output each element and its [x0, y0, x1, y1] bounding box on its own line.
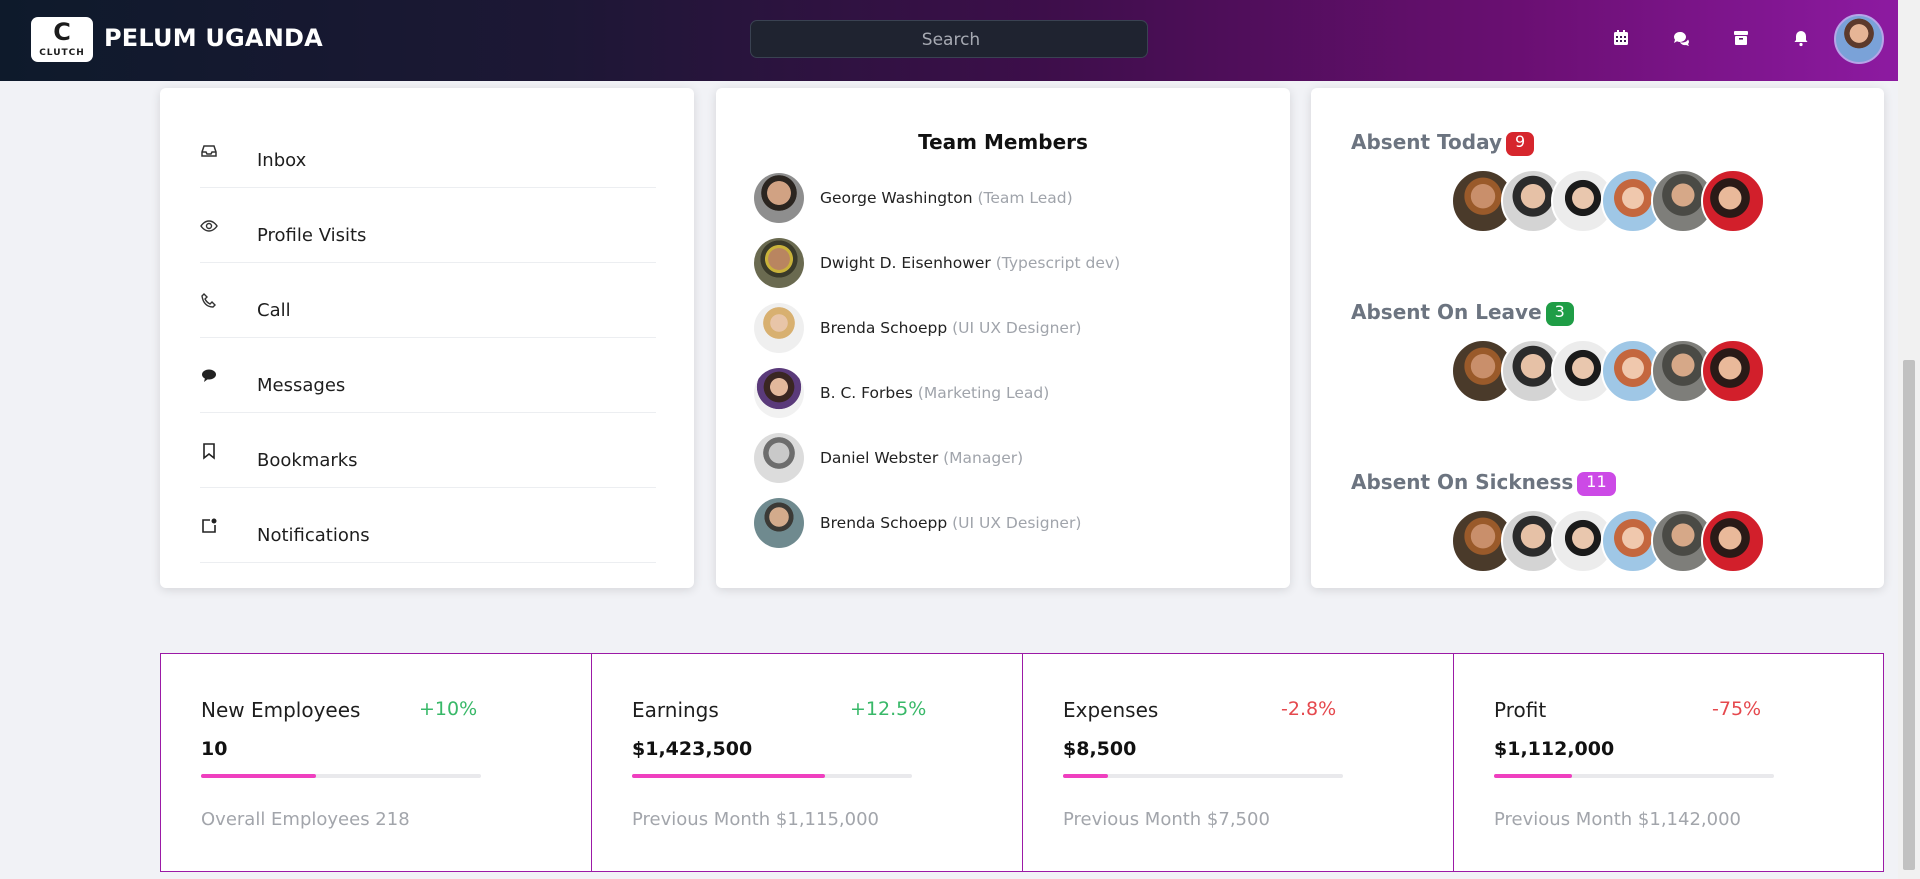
- stat-card-new-employees: New Employees +10% 10 Overall Employees …: [160, 653, 592, 872]
- stat-progress-bar: [1494, 774, 1774, 778]
- logo-mark-icon: C: [53, 18, 71, 46]
- menu-item-label: Profile Visits: [257, 225, 367, 246]
- stat-progress-fill: [632, 774, 826, 778]
- stat-progress-fill: [1494, 774, 1573, 778]
- member-avatar: [754, 238, 804, 288]
- absent-today-label: Absent Today: [1351, 130, 1502, 154]
- absent-today-title: Absent Today 9: [1351, 130, 1535, 156]
- stat-subtext: Overall Employees 218: [201, 809, 410, 830]
- absence-card: Absent Today 9 Absent On Leave 3 Absent On…: [1311, 88, 1884, 588]
- stat-change: +10%: [419, 698, 478, 720]
- phone-icon: [201, 293, 216, 308]
- member-role: (UI UX Designer): [952, 514, 1082, 532]
- stat-card-earnings: Earnings +12.5% $1,423,500 Previous Mont…: [591, 653, 1023, 872]
- member-avatar: [754, 173, 804, 223]
- chat-icon[interactable]: [1671, 28, 1691, 48]
- stat-progress-bar: [1063, 774, 1343, 778]
- stat-subtext: Previous Month $7,500: [1063, 809, 1270, 830]
- logo-text: CLUTCH: [39, 48, 85, 58]
- avatar[interactable]: [1701, 169, 1765, 233]
- stat-title: Profit: [1494, 698, 1547, 722]
- user-avatar[interactable]: [1834, 14, 1884, 64]
- stat-progress-bar: [632, 774, 912, 778]
- menu-item-inbox[interactable]: Inbox: [200, 112, 656, 188]
- menu-item-label: Bookmarks: [257, 450, 358, 471]
- absent-on-sickness-title: Absent On Sickness 11: [1351, 470, 1616, 496]
- absent-on-leave-title: Absent On Leave 3: [1351, 300, 1574, 326]
- absent-today-count-badge: 9: [1506, 132, 1535, 156]
- member-role: (UI UX Designer): [952, 319, 1082, 337]
- stat-progress-fill: [201, 774, 316, 778]
- absent-on-leave-label: Absent On Leave: [1351, 300, 1542, 324]
- stat-title: Earnings: [632, 698, 719, 722]
- member-name: George Washington: [820, 189, 973, 207]
- stat-card-profit: Profit -75% $1,112,000 Previous Month $1…: [1453, 653, 1884, 872]
- stat-change: -2.8%: [1281, 698, 1337, 720]
- absent-on-sickness-count-badge: 11: [1577, 472, 1616, 496]
- team-members-card: Team Members George Washington (Team Lea…: [716, 88, 1290, 588]
- clutch-logo[interactable]: C CLUTCH: [31, 17, 93, 62]
- member-name: Brenda Schoepp: [820, 514, 948, 532]
- scrollbar-thumb[interactable]: [1903, 360, 1915, 870]
- brand-name[interactable]: PELUM UGANDA: [104, 24, 323, 52]
- menu-item-label: Notifications: [257, 525, 370, 546]
- bell-icon[interactable]: [1791, 28, 1811, 48]
- member-name: Dwight D. Eisenhower: [820, 254, 991, 272]
- stat-change: +12.5%: [850, 698, 927, 720]
- member-role: (Team Lead): [977, 189, 1073, 207]
- member-role: (Typescript dev): [995, 254, 1121, 272]
- stat-subtext: Previous Month $1,115,000: [632, 809, 879, 830]
- top-navbar: C CLUTCH PELUM UGANDA: [0, 0, 1898, 81]
- menu-item-call[interactable]: Call: [200, 262, 656, 338]
- stat-progress-fill: [1063, 774, 1108, 778]
- menu-item-messages[interactable]: Messages: [200, 337, 656, 413]
- member-role: (Marketing Lead): [917, 384, 1050, 402]
- stat-value: $1,112,000: [1494, 738, 1615, 760]
- member-avatar: [754, 498, 804, 548]
- member-avatar: [754, 303, 804, 353]
- menu-item-profile-visits[interactable]: Profile Visits: [200, 187, 656, 263]
- avatar[interactable]: [1701, 339, 1765, 403]
- eye-icon: [200, 220, 218, 232]
- notification-icon: [202, 518, 217, 533]
- avatar[interactable]: [1701, 509, 1765, 573]
- stat-card-expenses: Expenses -2.8% $8,500 Previous Month $7,…: [1022, 653, 1454, 872]
- menu-item-bookmarks[interactable]: Bookmarks: [200, 412, 656, 488]
- stat-subtext: Previous Month $1,142,000: [1494, 809, 1741, 830]
- stat-title: New Employees: [201, 698, 361, 722]
- team-members-title: Team Members: [918, 130, 1088, 154]
- quick-menu-card: Inbox Profile Visits Call Messages Bookm…: [160, 88, 694, 588]
- stat-title: Expenses: [1063, 698, 1159, 722]
- menu-item-label: Messages: [257, 375, 346, 396]
- menu-item-label: Inbox: [257, 150, 307, 171]
- member-avatar: [754, 368, 804, 418]
- member-name: Brenda Schoepp: [820, 319, 948, 337]
- member-role: (Manager): [943, 449, 1024, 467]
- member-avatar: [754, 433, 804, 483]
- stat-progress-bar: [201, 774, 481, 778]
- member-name: Daniel Webster: [820, 449, 939, 467]
- member-name: B. C. Forbes: [820, 384, 913, 402]
- inbox-icon: [201, 145, 217, 157]
- absent-on-sickness-label: Absent On Sickness: [1351, 470, 1574, 494]
- archive-icon[interactable]: [1731, 28, 1751, 48]
- bookmark-icon: [203, 443, 215, 460]
- menu-item-notifications[interactable]: Notifications: [200, 487, 656, 563]
- absent-on-leave-count-badge: 3: [1545, 302, 1574, 326]
- page-scrollbar[interactable]: [1898, 0, 1920, 879]
- search-input[interactable]: [751, 21, 1151, 59]
- calendar-icon[interactable]: [1611, 28, 1631, 48]
- stat-value: 10: [201, 738, 228, 760]
- stat-change: -75%: [1712, 698, 1762, 720]
- message-icon: [202, 369, 216, 382]
- stat-value: $1,423,500: [632, 738, 753, 760]
- stat-value: $8,500: [1063, 738, 1137, 760]
- search-box[interactable]: [750, 20, 1151, 59]
- menu-item-label: Call: [257, 300, 291, 321]
